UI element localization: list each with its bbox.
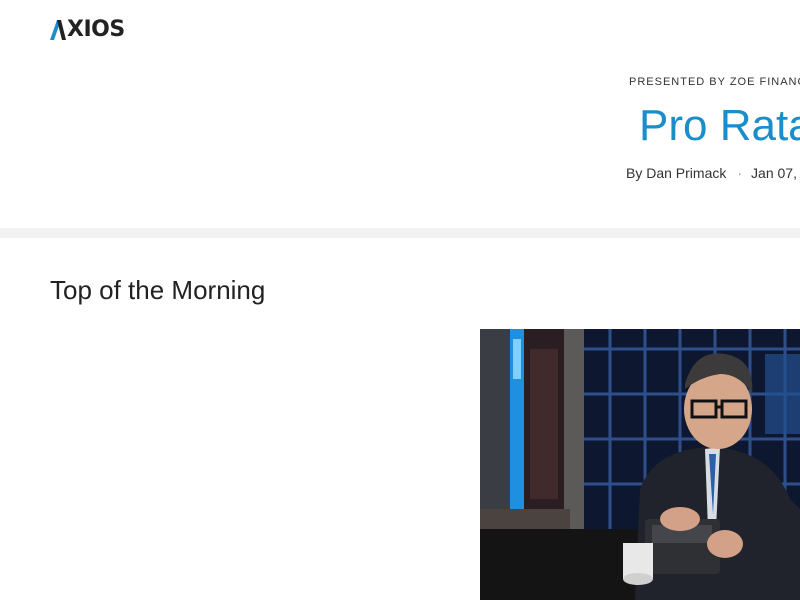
animated-gif-image [480, 329, 800, 600]
author-link[interactable]: By Dan Primack [626, 165, 726, 181]
newsletter-title: Pro Rata [639, 101, 800, 150]
byline: By Dan Primack · Jan 07, 20 [626, 164, 800, 182]
site-logo-text: XIOS [67, 17, 125, 42]
axios-logo-icon [50, 20, 66, 40]
byline-separator: · [737, 165, 743, 181]
sponsor-label: PRESENTED BY ZOE FINANCIA [629, 76, 800, 88]
gif-scene [480, 329, 800, 600]
section-divider [0, 228, 800, 238]
publish-date: Jan 07, 20 [751, 165, 800, 181]
site-logo[interactable]: XIOS [50, 17, 125, 43]
section-heading: Top of the Morning [50, 275, 266, 305]
